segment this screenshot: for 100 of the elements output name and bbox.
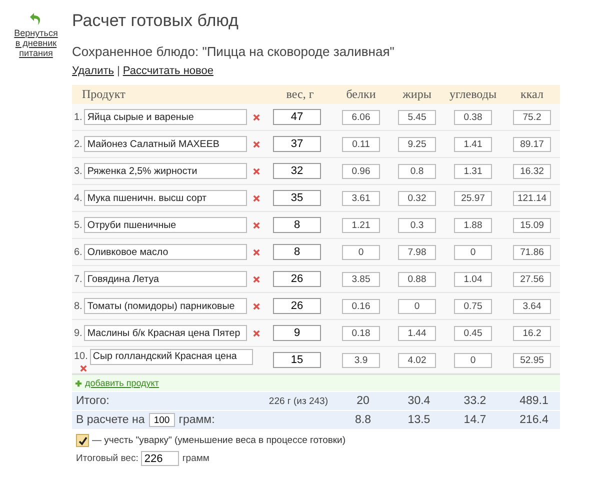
weight-field[interactable]: 32 [273,163,321,179]
nutrient-value: 0 [398,298,436,314]
total-value: 489.1 [518,395,550,407]
delete-icon[interactable] [253,140,260,148]
product-field[interactable]: Сыр голландский Красная цена [90,348,253,364]
nutrient-value: 0 [454,244,492,260]
back-link[interactable]: Вернуться в дневник питания [11,28,61,58]
product-field[interactable]: Маслины б/к Красная цена Пятер [84,325,248,341]
page-title: Расчет готовых блюд [72,10,240,32]
total-value: 33.2 [462,395,488,407]
delete-icon[interactable] [253,168,260,174]
row-number: 1. [74,112,82,122]
nutrient-value: 0.38 [454,110,492,124]
column-header: белки [345,87,377,102]
saved-dish-text: Сохраненное блюдо: "Пицца на сковороде заливная" [72,44,396,59]
nutrient-value: 89.17 [513,136,551,152]
delete-icon[interactable] [253,330,260,336]
portion-field[interactable]: 100 [148,413,175,427]
nutrient-value: 16.2 [513,326,551,340]
action-link[interactable]: Удалить [72,65,114,77]
nutrient-value: 7.98 [398,244,436,260]
product-field[interactable]: Говядина Летуа [84,271,248,287]
nutrient-value: 3.64 [513,298,551,314]
product-field[interactable]: Яйца сырые и вареные [84,109,248,125]
total-value: 20 [356,395,370,407]
column-header: углеводы [448,87,498,102]
weight-field[interactable]: 26 [273,298,321,314]
row-number: 8. [74,300,82,312]
row-number: 5. [74,220,82,230]
delete-icon[interactable] [253,302,260,310]
nutrient-value: 0.32 [398,190,436,206]
delete-icon[interactable] [80,364,87,372]
nutrient-value: 25.97 [454,190,492,206]
delete-icon[interactable] [253,276,260,282]
plus-icon[interactable] [75,380,82,386]
final-weight-unit: грамм [182,453,210,464]
nutrient-value: 3.85 [342,272,380,286]
row-number: 10. [74,351,88,362]
weight-field[interactable]: 35 [273,190,321,206]
row-number: 3. [74,166,82,176]
product-field[interactable]: Мука пшеничн. высш сорт [84,190,248,206]
nutrient-value: 3.9 [342,352,380,368]
product-field[interactable]: Отруби пшеничные [84,217,248,233]
row-number: 6. [74,246,82,258]
total-value: 30.4 [406,395,432,407]
column-header: жиры [402,87,432,102]
nutrient-value: 0.8 [398,164,436,178]
product-field[interactable]: Оливковое масло [84,244,248,260]
row-number: 4. [74,192,82,204]
checkbox[interactable] [76,434,89,447]
weight-field[interactable]: 9 [273,325,321,341]
weight-field[interactable]: 26 [273,271,321,287]
action-link[interactable]: Рассчитать новое [122,65,214,77]
column-header: ккал [520,87,544,102]
nutrient-value: 0.16 [342,298,380,314]
weight-field[interactable]: 47 [273,109,321,125]
total-weight: 226 г (из 243) [268,396,328,406]
weight-field[interactable]: 37 [273,136,321,152]
nutrient-value: 15.09 [513,218,551,232]
nutrient-value: 0.11 [342,136,380,152]
checkbox-label: — учесть "уварку" (уменьшение веса в процессе готовки) [92,435,346,446]
nutrient-value: 121.14 [513,190,551,206]
nutrient-value: 75.2 [513,110,551,124]
nutrient-value: 71.86 [513,244,551,260]
column-header: вес, г [285,87,315,102]
nutrient-value: 0.75 [454,298,492,314]
nutrient-value: 5.45 [398,110,436,124]
nutrient-value: 0.18 [342,326,380,340]
back-arrow-icon[interactable] [29,12,43,26]
nutrient-value: 0 [454,352,492,368]
nutrient-value: 0.96 [342,164,380,178]
delete-icon[interactable] [253,248,260,256]
delete-icon[interactable] [253,114,260,120]
nutrient-value: 1.41 [454,136,492,152]
nutrient-value: 1.88 [454,218,492,232]
weight-field[interactable]: 8 [273,244,321,260]
portion-value: 14.7 [462,414,488,426]
add-product-link[interactable]: добавить продукт [85,378,159,388]
nutrient-value: 1.21 [342,218,380,232]
weight-field[interactable]: 8 [273,217,321,233]
delete-icon[interactable] [253,222,260,228]
nutrient-value: 3.61 [342,190,380,206]
delete-icon[interactable] [253,194,260,202]
portion-value: 13.5 [406,414,432,426]
unit-label: грамм: [178,414,215,426]
final-weight-field[interactable]: 226 [141,451,180,466]
column-header: Продукт [81,87,126,102]
product-field[interactable]: Томаты (помидоры) парниковые [84,298,248,314]
nutrient-value: 1.44 [398,326,436,340]
separator: | [117,65,120,77]
product-field[interactable]: Ряженка 2,5% жирности [84,163,248,179]
weight-field[interactable]: 15 [273,352,321,368]
nutrient-value: 16.32 [513,164,551,178]
portion-value: 8.8 [354,414,372,426]
nutrient-value: 1.31 [454,164,492,178]
nutrient-value: 0.3 [398,218,436,232]
per-label: В расчете на [76,414,145,426]
nutrient-value: 0 [342,244,380,260]
product-field[interactable]: Майонез Салатный МАХЕЕВ [84,136,248,152]
nutrient-value: 0.88 [398,272,436,286]
